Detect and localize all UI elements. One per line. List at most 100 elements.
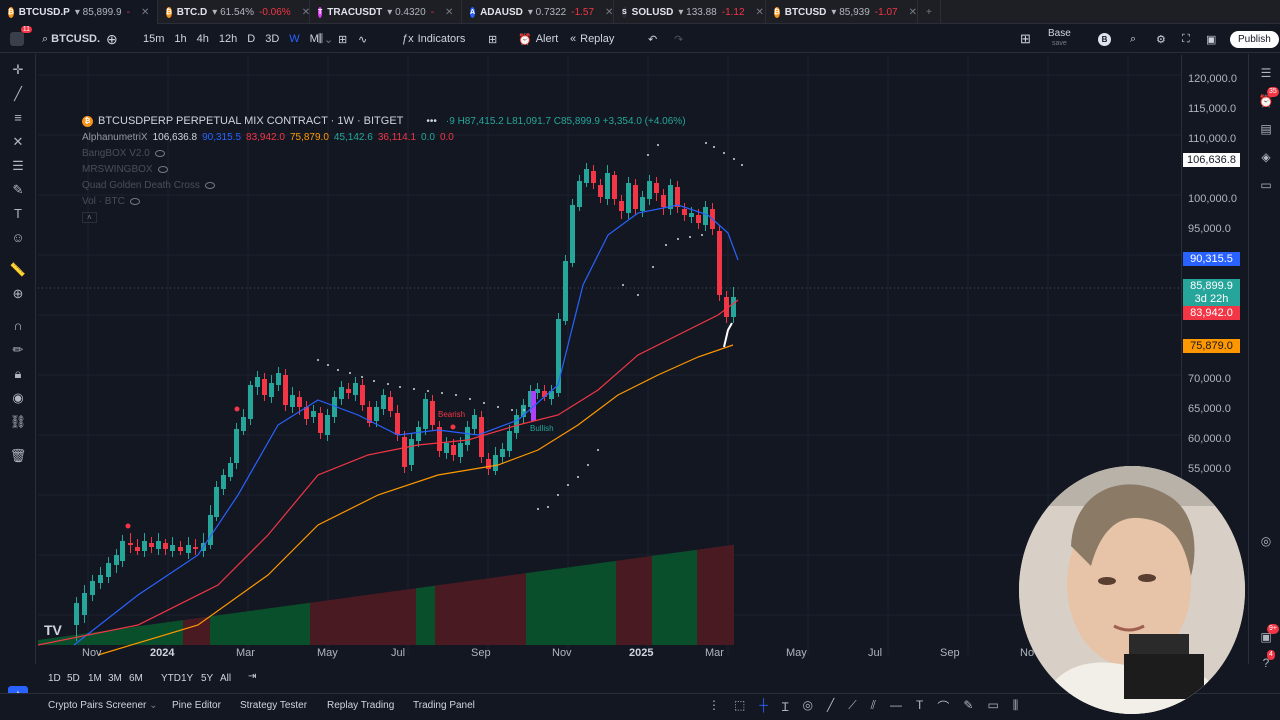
range-1d[interactable]: 1D [48,673,61,684]
crypto-pairs-screener-tab[interactable]: Crypto Pairs Screener ⌄ [48,700,158,711]
trash-icon[interactable]: 🗑︎ [8,446,28,466]
undo-icon[interactable]: ↶ [648,25,657,53]
tab-adausd[interactable]: A ADAUSD ▾ 0.7322 -1.57 ✕ [462,0,614,24]
quick-search-icon[interactable]: ⌕ [1130,25,1136,53]
range-1m[interactable]: 1M [88,673,102,684]
indicator-legend-bangbox[interactable]: BangBOX V2.0 [82,145,686,161]
range-all[interactable]: All [220,673,231,684]
more-options-icon[interactable]: ••• [426,116,437,127]
indicator-legend-vol[interactable]: Vol · BTC [82,193,686,209]
indicators-button[interactable]: ƒx Indicators [402,25,465,53]
interval-1h[interactable]: 1h [169,33,191,45]
trend-line-icon[interactable]: ╱ [8,84,28,104]
interval-12h[interactable]: 12h [214,33,242,45]
interval-w[interactable]: W [284,33,304,45]
brush-mini-icon[interactable]: ⌒ [937,698,949,715]
publish-button[interactable]: Publish [1230,25,1279,53]
eye-hidden-icon[interactable] [129,197,140,205]
dots-icon[interactable]: ⋮ [708,698,720,715]
crosshair-icon[interactable]: ✛ [8,60,28,80]
fork-icon[interactable]: ⫽ [871,698,876,715]
line-chart-icon[interactable]: ∿ [358,25,367,53]
pencil-lock-icon[interactable]: ✏ [8,340,28,360]
close-tab-icon[interactable]: ✕ [605,7,613,18]
close-tab-icon[interactable]: ✕ [756,7,764,18]
emoji-icon[interactable]: ☺ [8,228,28,248]
goto-date-calendar-icon[interactable]: ⇥ [248,671,256,682]
horizontal-line-icon[interactable]: — [890,698,902,715]
settings-gear-icon[interactable]: ⚙ [1156,25,1166,53]
interval-chevron-down-icon[interactable]: ⌄ [324,33,333,46]
interval-4h[interactable]: 4h [192,33,214,45]
redo-icon[interactable]: ↷ [674,25,683,53]
close-tab-icon[interactable]: ✕ [909,7,917,18]
close-tab-icon[interactable]: ✕ [302,7,310,18]
bar-style-icon[interactable]: ⫼ [318,25,323,53]
pine-editor-tab[interactable]: Pine Editor [172,700,221,711]
line-icon[interactable]: ╱ [827,698,834,715]
text-tool-icon[interactable]: T [916,698,923,715]
layout-save-button[interactable]: Base save [1048,25,1071,53]
indicator-legend-quad-cross[interactable]: Quad Golden Death Cross [82,177,686,193]
select-box-icon[interactable]: ⬚ [734,698,745,715]
range-3m[interactable]: 3M [108,673,122,684]
ruler-icon[interactable]: 📏 [8,260,28,280]
close-tab-icon[interactable]: ✕ [445,7,453,18]
strategy-tester-tab[interactable]: Strategy Tester [240,700,307,711]
magnet-icon[interactable]: ∩ [8,316,28,336]
replay-button[interactable]: « Replay [570,25,614,53]
range-1y[interactable]: 1Y [181,673,193,684]
watchlist-icon[interactable]: ☰ [1257,64,1275,82]
candles-icon[interactable]: ⊞ [338,25,347,53]
close-tab-icon[interactable]: ✕ [141,7,149,18]
tab-tracusdt[interactable]: T TRACUSDT ▾ 0.4320- ✕ [310,0,462,24]
help-icon[interactable]: ? 4 [1257,650,1275,672]
tab-solusd[interactable]: S SOLUSD ▾ 133.88 -1.12 ✕ [614,0,766,24]
avatar[interactable]: 11 [10,25,32,53]
notifications-icon[interactable]: ▣ 9+ [1257,624,1279,646]
tab-btcd[interactable]: ₿ BTC.D ▾ 61.54% -0.06% ✕ [158,0,310,24]
eye-hidden-icon[interactable] [204,181,215,189]
alerts-clock-icon[interactable]: ⏰ 35 [1257,87,1279,110]
camera-icon[interactable]: ▣ [1206,25,1216,53]
interval-15m[interactable]: 15m [138,33,169,45]
fib-icon[interactable]: ≡ [8,108,28,128]
range-5d[interactable]: 5D [67,673,80,684]
symbol-search[interactable]: ⌕ BTCUSD. [42,25,100,53]
layout-icon[interactable]: ⊞ [488,25,497,53]
zoom-icon[interactable]: ⊕ [8,284,28,304]
range-ytd[interactable]: YTD [161,673,181,684]
link-icon[interactable]: ⛓︎ [8,412,28,432]
range-5y[interactable]: 5Y [201,673,213,684]
circle-icon[interactable]: ◎ [803,698,813,715]
text-cursor-icon[interactable]: Ɪ [782,698,789,715]
range-6m[interactable]: 6M [129,673,143,684]
lock-icon[interactable]: 🔒︎ [8,364,28,384]
pattern-icon[interactable]: ✕ [8,132,28,152]
chart-pane[interactable]: Bearish Bullish TV ₿ BTCUSDPERP PERPETUAL … [38,55,1181,663]
layout-grid-icon[interactable]: ⊞ [1020,25,1031,53]
compare-plus-icon[interactable]: ⊕ [106,25,118,53]
chat-icon[interactable]: ▭ [1257,176,1275,194]
eye-hidden-icon[interactable] [154,149,165,157]
account-badge[interactable]: B [1098,25,1111,53]
replay-trading-tab[interactable]: Replay Trading [327,700,394,711]
brush-icon[interactable]: ✎ [8,180,28,200]
fullscreen-icon[interactable]: ⛶ [1182,25,1190,53]
interval-d[interactable]: D [242,33,260,45]
news-icon[interactable]: ▤ [1257,120,1275,138]
bars-icon[interactable]: ⫼ [1013,698,1019,715]
eye-icon[interactable]: ◉ [8,388,28,408]
pen-icon[interactable]: ✎ [963,698,973,715]
trading-panel-tab[interactable]: Trading Panel [413,700,475,711]
comment-icon[interactable]: ▭ [987,698,998,715]
tab-btcusdp[interactable]: ₿ BTCUSD.P ▾ 85,899.9- ✕ [0,0,158,24]
projection-icon[interactable]: ☰ [8,156,28,176]
alert-button[interactable]: ⏰ Alert [518,25,558,53]
crosshair-mini-icon[interactable]: ┼ [759,698,768,715]
text-icon[interactable]: T [8,204,28,224]
eye-hidden-icon[interactable] [157,165,168,173]
node-icon[interactable]: ⟋ [848,698,856,715]
layers-icon[interactable]: ◈ [1257,148,1275,166]
tab-btcusd[interactable]: ₿ BTCUSD ▾ 85,939 -1.07 ✕ [766,0,918,24]
